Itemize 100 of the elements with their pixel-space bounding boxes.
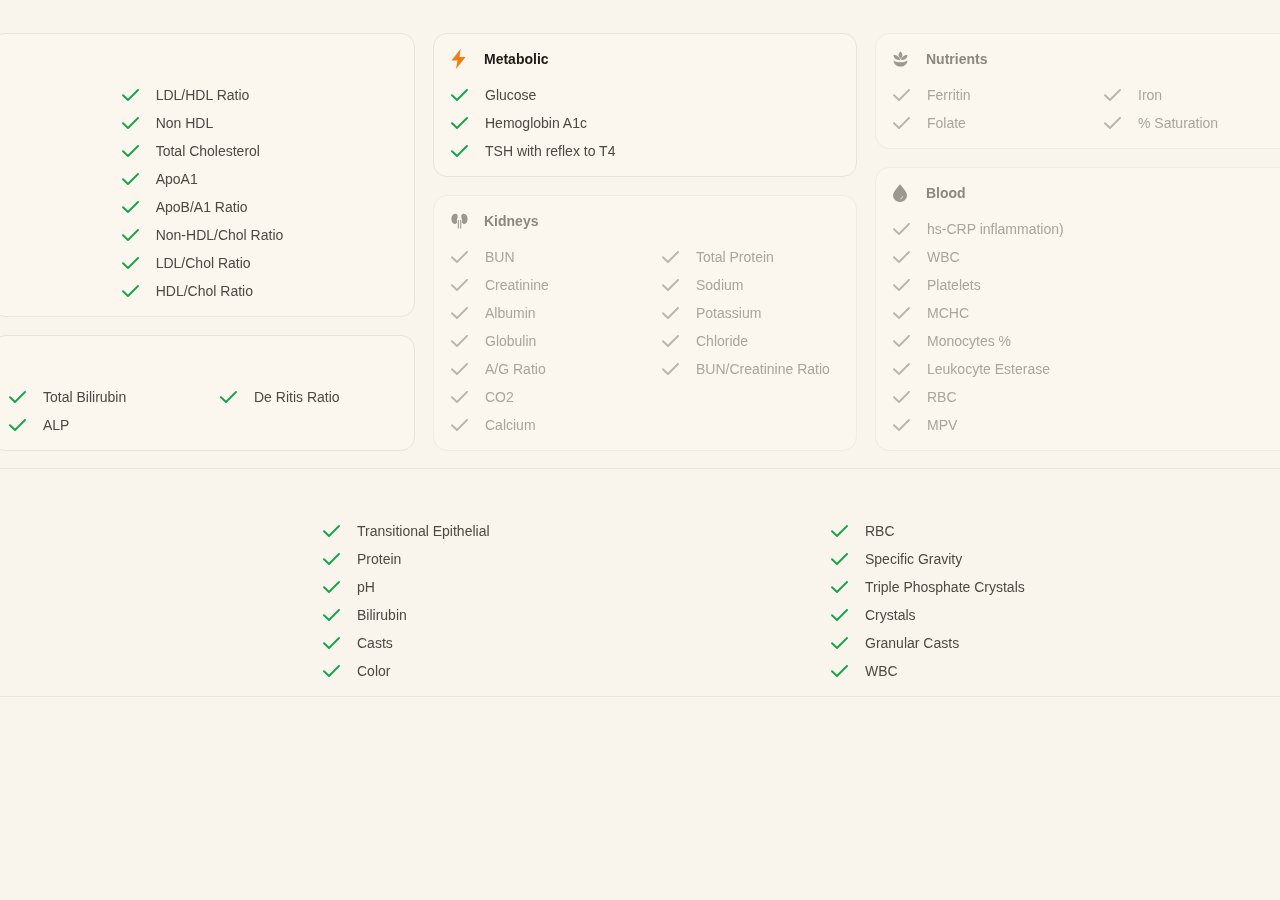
check-icon (1104, 117, 1121, 129)
check-icon (323, 525, 340, 537)
card-title: Nutrients (926, 51, 988, 67)
test-name: Iron (1138, 87, 1163, 103)
test-name: CO2 (485, 389, 514, 405)
check-icon (220, 391, 237, 403)
check-icon (323, 665, 340, 677)
test-name: MPV (927, 417, 958, 433)
check-icon (893, 363, 910, 375)
plant-icon (893, 51, 908, 67)
test-name: Monocytes % (927, 333, 1012, 349)
test-name: A/G Ratio (485, 361, 546, 377)
test-name: Granular Casts (865, 635, 960, 651)
check-icon (121, 145, 139, 157)
check-icon (662, 251, 679, 263)
check-icon (451, 117, 468, 129)
card-title: Blood (926, 185, 966, 201)
test-name: Hemoglobin A1c (485, 115, 587, 131)
check-icon (662, 279, 679, 291)
check-icon (323, 553, 340, 565)
test-name: De Ritis Ratio (254, 389, 340, 405)
test-name: ApoB/A1 Ratio (155, 199, 248, 215)
check-icon (451, 419, 468, 431)
test-name: WBC (927, 249, 960, 265)
check-icon (451, 391, 468, 403)
test-name: Platelets (927, 277, 981, 293)
check-icon (831, 553, 848, 565)
check-icon (121, 285, 139, 297)
test-name: Potassium (696, 305, 762, 321)
test-name: Calcium (485, 417, 536, 433)
check-icon (121, 229, 139, 241)
check-icon (323, 609, 340, 621)
check-icon (9, 391, 26, 403)
test-name: Folate (927, 115, 966, 131)
test-name: Total Protein (696, 249, 774, 265)
check-icon (121, 173, 139, 185)
check-icon (893, 251, 910, 263)
test-name: Specific Gravity (865, 551, 963, 567)
blood-drop-icon (893, 184, 907, 202)
test-name: LDL/Chol Ratio (155, 255, 251, 271)
test-name: BUN (485, 249, 515, 265)
test-name: Chloride (696, 333, 749, 349)
check-icon (451, 307, 468, 319)
test-name: ApoA1 (155, 171, 198, 187)
check-icon (323, 637, 340, 649)
check-icon (831, 525, 848, 537)
test-name: Crystals (865, 607, 916, 623)
test-name: Transitional Epithelial (357, 523, 490, 539)
test-name: RBC (927, 389, 957, 405)
check-icon (121, 201, 139, 213)
test-name: ALP (43, 417, 70, 433)
test-name: BUN/Creatinine Ratio (696, 361, 830, 377)
test-name: RBC (865, 523, 895, 539)
check-icon (893, 419, 910, 431)
check-icon (451, 251, 468, 263)
check-icon (831, 665, 848, 677)
check-icon (451, 89, 468, 101)
check-icon (451, 335, 468, 347)
test-name: pH (357, 579, 375, 595)
test-name: WBC (865, 663, 898, 679)
test-name: HDL/Chol Ratio (155, 283, 253, 299)
card-title: Kidneys (484, 213, 539, 229)
card-title: Metabolic (484, 51, 549, 67)
test-name: Albumin (485, 305, 536, 321)
test-name: % Saturation (1138, 115, 1219, 131)
test-name: MCHC (927, 305, 969, 321)
lightning-bolt-icon (451, 49, 466, 69)
test-name: Color (357, 663, 391, 679)
test-name: Bilirubin (357, 607, 407, 623)
test-name: Total Bilirubin (43, 389, 127, 405)
check-icon (893, 307, 910, 319)
test-name: LDL/HDL Ratio (155, 87, 250, 103)
check-icon (121, 117, 139, 129)
check-icon (831, 581, 848, 593)
check-icon (893, 391, 910, 403)
check-icon (662, 363, 679, 375)
test-name: Leukocyte Esterase (927, 361, 1050, 377)
test-name: Glucose (485, 87, 537, 103)
test-name: Non HDL (155, 115, 214, 131)
test-name: Non-HDL/Chol Ratio (155, 227, 284, 243)
test-name: Ferritin (927, 87, 971, 103)
test-name: Casts (357, 635, 393, 651)
check-icon (893, 117, 910, 129)
check-icon (662, 335, 679, 347)
check-icon (893, 335, 910, 347)
check-icon (831, 609, 848, 621)
check-icon (893, 279, 910, 291)
check-icon (1104, 89, 1121, 101)
check-icon (9, 419, 26, 431)
check-icon (662, 307, 679, 319)
kidneys-icon (451, 213, 468, 229)
check-icon (893, 223, 910, 235)
check-icon (323, 581, 340, 593)
check-icon (121, 89, 139, 101)
test-name: TSH with reflex to T4 (485, 143, 616, 159)
test-name: Triple Phosphate Crystals (865, 579, 1025, 595)
test-name: Sodium (696, 277, 744, 293)
test-name: Protein (357, 551, 402, 567)
test-name: Creatinine (485, 277, 549, 293)
check-icon (451, 279, 468, 291)
